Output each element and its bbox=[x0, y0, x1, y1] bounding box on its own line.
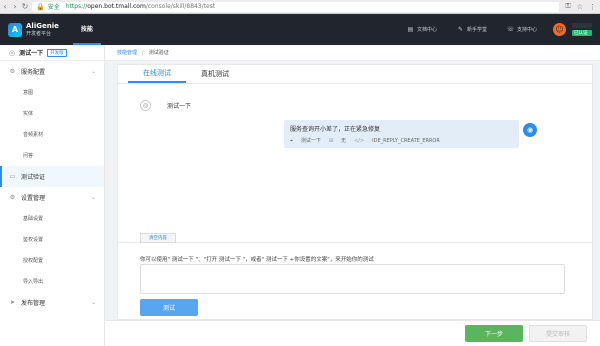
key-icon[interactable]: ⚿ bbox=[565, 2, 570, 11]
sidebar-item-qa[interactable]: 问答 bbox=[0, 145, 104, 166]
skill-title: 测试一下 bbox=[19, 50, 44, 57]
user-message: ◎ 测试一下 bbox=[140, 98, 274, 113]
sidebar-item-auth-settings[interactable]: 鉴权设置 bbox=[0, 229, 104, 250]
document-icon: ▤ bbox=[407, 26, 414, 33]
address-bar[interactable]: 🔒 安全 https:// open.bot.tmall.com /consol… bbox=[32, 1, 560, 12]
reload-icon[interactable]: ↻ bbox=[20, 2, 30, 12]
test-button[interactable]: 测试 bbox=[140, 299, 198, 316]
bot-meta-code: IDE_REPLY_CREATE_ERROR bbox=[372, 137, 440, 144]
logo[interactable]: A AliGenie 开发者平台 bbox=[0, 14, 59, 45]
breadcrumb-separator: / bbox=[142, 49, 144, 56]
box-icon: ⊞ bbox=[328, 137, 334, 144]
beginner-school-link[interactable]: ✎ 新手学堂 bbox=[447, 26, 497, 33]
breadcrumb: 技能管理 / 测试验证 bbox=[105, 45, 600, 61]
doc-center-link[interactable]: ▤ 文档中心 bbox=[397, 26, 447, 33]
sidebar-item-intent[interactable]: 意图 bbox=[0, 82, 104, 103]
sidebar-item-import-export[interactable]: 导入导出 bbox=[0, 271, 104, 292]
browser-menu-icon[interactable]: ⋮ bbox=[589, 3, 596, 11]
bot-meta-none: 无 bbox=[341, 138, 347, 144]
sidebar: ◎ 测试一下 开发版 ⚙ 服务配置 ⌄ 意图 实体 音频素材 问答 ▭ 测试验证… bbox=[0, 45, 105, 346]
breadcrumb-current: 测试验证 bbox=[148, 50, 169, 56]
sidebar-item-basic-settings[interactable]: 基础设置 bbox=[0, 208, 104, 229]
test-input[interactable] bbox=[140, 264, 565, 294]
forward-icon[interactable]: › bbox=[10, 2, 20, 12]
code-icon: </> bbox=[354, 137, 365, 144]
sidebar-item-authorization[interactable]: 授权配置 bbox=[0, 250, 104, 271]
edit-icon: ✎ bbox=[457, 26, 463, 33]
bot-meta-skill: 测试一下 bbox=[300, 138, 321, 144]
sidebar-item-entity[interactable]: 实体 bbox=[0, 103, 104, 124]
lock-icon: 🔒 bbox=[36, 2, 45, 11]
chevron-down-icon: ⌄ bbox=[90, 299, 96, 306]
test-icon: ▭ bbox=[9, 173, 16, 180]
tab-device-test[interactable]: 真机测试 bbox=[186, 65, 244, 83]
gear-icon: ⚙ bbox=[9, 194, 16, 201]
skill-header: ◎ 测试一下 开发版 bbox=[0, 45, 104, 61]
sidebar-group-test[interactable]: ▭ 测试验证 bbox=[0, 166, 104, 187]
support-center-link[interactable]: ☏ 支持中心 bbox=[497, 26, 547, 33]
skill-icon: ◎ bbox=[9, 48, 16, 57]
chevron-down-icon: ⌄ bbox=[90, 194, 96, 201]
next-step-button[interactable]: 下一步 bbox=[465, 325, 523, 342]
back-icon[interactable]: ‹ bbox=[0, 2, 10, 12]
divider bbox=[118, 242, 592, 243]
sidebar-group-settings[interactable]: ⚙ 设置管理 ⌄ bbox=[0, 187, 104, 208]
sidebar-item-audio[interactable]: 音频素材 bbox=[0, 124, 104, 145]
bot-message: 服务查询开小差了，正在紧急修复 ⌖ 测试一下 ⊞ 无 </> IDE_REPLY… bbox=[284, 120, 519, 148]
nav-tab-skills[interactable]: 技能 bbox=[72, 14, 101, 45]
footer-bar: 下一步 提交审核 bbox=[105, 320, 600, 346]
submit-review-button[interactable]: 提交审核 bbox=[529, 325, 587, 342]
sidebar-group-service-config[interactable]: ⚙ 服务配置 ⌄ bbox=[0, 61, 104, 82]
test-panel: 在线测试 真机测试 ◎ 测试一下 服务查询开小差了，正在紧急修复 ⌖ 测试一下 … bbox=[117, 64, 593, 320]
verified-badge: 已认证 bbox=[572, 30, 592, 36]
user-name bbox=[572, 23, 592, 28]
location-pin-icon: ⌖ bbox=[290, 137, 293, 144]
support-icon: ☏ bbox=[506, 26, 515, 33]
url-protocol: https:// bbox=[65, 3, 88, 10]
user-message-text: 测试一下 bbox=[159, 98, 274, 113]
brand-subtitle: 开发者平台 bbox=[26, 30, 52, 37]
avatar[interactable]: ☺ bbox=[553, 23, 566, 36]
url-host: open.bot.tmall.com bbox=[87, 3, 146, 10]
app-header: A AliGenie 开发者平台 技能 ▤ 文档中心 ✎ 新手学堂 ☏ 支持中心… bbox=[0, 14, 600, 45]
sidebar-group-publish[interactable]: ➤ 发布管理 ⌄ bbox=[0, 292, 104, 313]
bookmark-star-icon[interactable]: ☆ bbox=[577, 3, 583, 11]
bot-avatar-icon: ◉ bbox=[523, 123, 537, 137]
secure-label: 安全 bbox=[47, 4, 60, 11]
chevron-down-icon: ⌄ bbox=[90, 68, 96, 75]
clear-content-button[interactable]: 清空内容 bbox=[140, 233, 176, 243]
brand-name: AliGenie bbox=[26, 21, 59, 30]
aligenie-logo-icon: A bbox=[8, 22, 22, 37]
bot-message-text: 服务查询开小差了，正在紧急修复 bbox=[290, 126, 381, 133]
browser-toolbar: ‹ › ↻ 🔒 安全 https:// open.bot.tmall.com /… bbox=[0, 0, 600, 14]
breadcrumb-parent[interactable]: 技能管理 bbox=[117, 49, 137, 56]
tab-online-test[interactable]: 在线测试 bbox=[128, 65, 186, 83]
user-icon: ◎ bbox=[140, 100, 151, 111]
test-hint: 你可以使用" 测试一下 "、"打开 测试一下 "，或者" 测试一下 +你设置的文… bbox=[140, 257, 374, 263]
version-badge: 开发版 bbox=[47, 48, 67, 57]
url-path: /console/skill/8843/test bbox=[145, 3, 216, 10]
send-icon: ➤ bbox=[9, 299, 16, 306]
test-tabs: 在线测试 真机测试 bbox=[118, 65, 592, 84]
settings-icon: ⚙ bbox=[9, 68, 16, 75]
